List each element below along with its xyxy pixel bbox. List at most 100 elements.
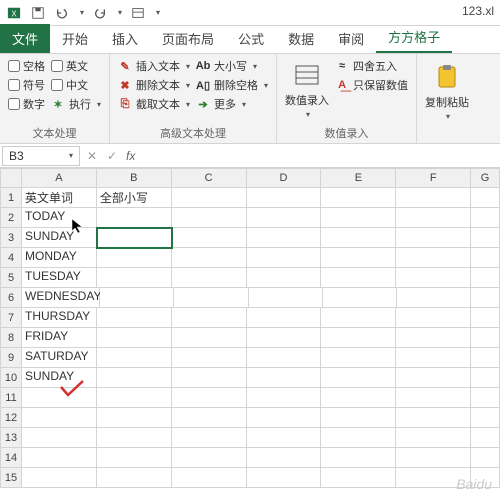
- cell[interactable]: [321, 188, 396, 208]
- undo-icon[interactable]: [54, 5, 70, 21]
- cell[interactable]: [321, 208, 396, 228]
- col-header-A[interactable]: A: [22, 168, 97, 188]
- cell[interactable]: [97, 248, 172, 268]
- cell[interactable]: [247, 428, 322, 448]
- formula-input[interactable]: [139, 147, 500, 165]
- cell[interactable]: [22, 468, 97, 488]
- cell[interactable]: [396, 228, 471, 248]
- cell[interactable]: [172, 308, 247, 328]
- row-header[interactable]: 5: [0, 268, 22, 288]
- qat-customize-icon[interactable]: ▾: [156, 8, 160, 17]
- cell[interactable]: [97, 428, 172, 448]
- tab-formulas[interactable]: 公式: [226, 24, 276, 53]
- cell[interactable]: MONDAY: [22, 248, 97, 268]
- cell[interactable]: [471, 248, 500, 268]
- delete-space-button[interactable]: A▯删除空格▾: [196, 77, 268, 93]
- execute-button[interactable]: ✶执行▾: [51, 96, 101, 112]
- cell[interactable]: [321, 348, 396, 368]
- cell[interactable]: [321, 388, 396, 408]
- cell[interactable]: [247, 248, 322, 268]
- row-header[interactable]: 4: [0, 248, 22, 268]
- cell[interactable]: [172, 428, 247, 448]
- undo-dropdown-icon[interactable]: ▾: [80, 8, 84, 17]
- cell[interactable]: [471, 408, 500, 428]
- select-all-corner[interactable]: [0, 168, 22, 188]
- cell[interactable]: [22, 428, 97, 448]
- cell[interactable]: [396, 208, 471, 228]
- cell[interactable]: [471, 348, 500, 368]
- cell[interactable]: [247, 188, 322, 208]
- row-header[interactable]: 8: [0, 328, 22, 348]
- row-header[interactable]: 9: [0, 348, 22, 368]
- row-header[interactable]: 2: [0, 208, 22, 228]
- row-header[interactable]: 14: [0, 448, 22, 468]
- tab-review[interactable]: 审阅: [326, 24, 376, 53]
- tab-addon[interactable]: 方方格子: [376, 22, 452, 53]
- cell[interactable]: [172, 248, 247, 268]
- col-header-B[interactable]: B: [97, 168, 172, 188]
- cell[interactable]: [97, 328, 172, 348]
- cell[interactable]: [172, 408, 247, 428]
- row-header[interactable]: 1: [0, 188, 22, 208]
- cell[interactable]: [97, 348, 172, 368]
- cell[interactable]: [321, 408, 396, 428]
- confirm-icon[interactable]: ✓: [102, 149, 122, 163]
- cell[interactable]: [97, 368, 172, 388]
- chk-symbol[interactable]: 符号: [8, 77, 45, 93]
- cell[interactable]: [97, 208, 172, 228]
- cell[interactable]: [471, 328, 500, 348]
- cell[interactable]: [172, 368, 247, 388]
- cell[interactable]: SATURDAY: [22, 348, 97, 368]
- row-header[interactable]: 6: [0, 288, 22, 308]
- cell[interactable]: [247, 368, 322, 388]
- row-header[interactable]: 12: [0, 408, 22, 428]
- cell[interactable]: [471, 448, 500, 468]
- cell[interactable]: [471, 268, 500, 288]
- chk-english[interactable]: 英文: [51, 58, 101, 74]
- col-header-F[interactable]: F: [396, 168, 471, 188]
- name-box[interactable]: B3▾: [2, 146, 80, 166]
- fx-icon[interactable]: fx: [122, 149, 139, 163]
- cell[interactable]: [97, 268, 172, 288]
- cancel-icon[interactable]: ✕: [82, 149, 102, 163]
- cell[interactable]: [321, 328, 396, 348]
- row-header[interactable]: 10: [0, 368, 22, 388]
- cell[interactable]: [396, 188, 471, 208]
- cell[interactable]: [396, 388, 471, 408]
- insert-text-button[interactable]: ✎插入文本▾: [118, 58, 190, 74]
- delete-text-button[interactable]: ✖删除文本▾: [118, 77, 190, 93]
- cell[interactable]: [321, 368, 396, 388]
- cell[interactable]: 全部小写: [97, 188, 172, 208]
- cell[interactable]: FRIDAY: [22, 328, 97, 348]
- cell[interactable]: [247, 448, 322, 468]
- cell[interactable]: [172, 448, 247, 468]
- cell[interactable]: [97, 388, 172, 408]
- cell[interactable]: [247, 328, 322, 348]
- cell[interactable]: [100, 288, 174, 308]
- cell[interactable]: [321, 228, 396, 248]
- cell[interactable]: [321, 248, 396, 268]
- row-header[interactable]: 15: [0, 468, 22, 488]
- cell[interactable]: [249, 288, 323, 308]
- cell[interactable]: [396, 448, 471, 468]
- col-header-G[interactable]: G: [471, 168, 500, 188]
- col-header-D[interactable]: D: [247, 168, 322, 188]
- cell[interactable]: [97, 448, 172, 468]
- save-icon[interactable]: [30, 5, 46, 21]
- cell[interactable]: [396, 308, 471, 328]
- cell[interactable]: [172, 328, 247, 348]
- cell[interactable]: [321, 428, 396, 448]
- cell[interactable]: [471, 368, 500, 388]
- cell[interactable]: [247, 468, 322, 488]
- chk-chinese[interactable]: 中文: [51, 77, 101, 93]
- row-header[interactable]: 3: [0, 228, 22, 248]
- cell[interactable]: [396, 368, 471, 388]
- cell[interactable]: [247, 208, 322, 228]
- qat-extra-icon[interactable]: [130, 5, 146, 21]
- cell[interactable]: [471, 388, 500, 408]
- cell[interactable]: [396, 248, 471, 268]
- cell[interactable]: [97, 408, 172, 428]
- tab-file[interactable]: 文件: [0, 24, 50, 53]
- tab-home[interactable]: 开始: [50, 24, 100, 53]
- cell[interactable]: [172, 348, 247, 368]
